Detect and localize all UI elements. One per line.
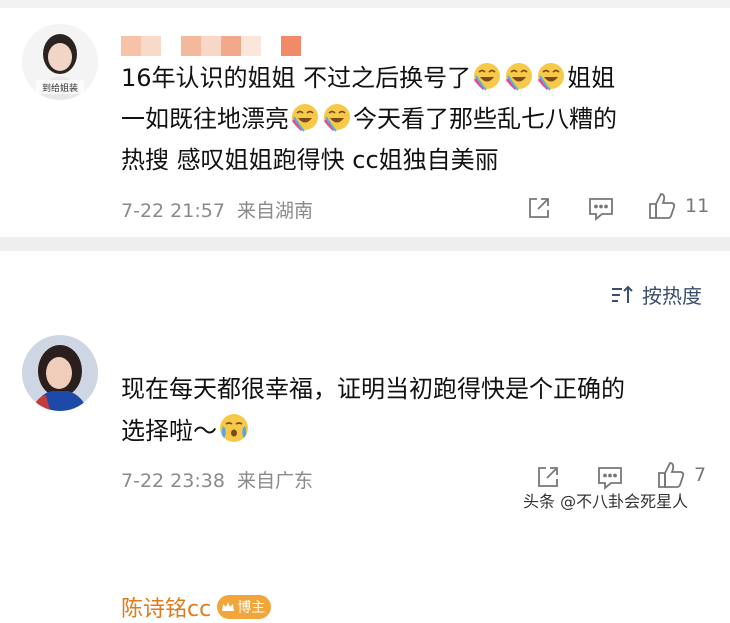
- like-count: 7: [694, 464, 707, 486]
- location: 来自广东: [236, 470, 313, 492]
- thumbs-up-icon: [649, 193, 676, 219]
- like-button[interactable]: 7: [656, 461, 706, 489]
- crown-icon: [222, 602, 235, 611]
- author-badge: 博主: [217, 595, 272, 619]
- laughing-emoji-icon: [290, 102, 320, 132]
- username[interactable]: 陈诗铭cc: [121, 591, 211, 623]
- laughing-emoji-icon: [322, 102, 352, 132]
- avatar[interactable]: 到给姐装: [22, 24, 98, 100]
- commenter-name[interactable]: 陈诗铭cc 博主: [121, 591, 272, 623]
- comment-text-line-1: 现在每天都很幸福，证明当初跑得快是个正确的: [121, 375, 625, 403]
- reply-icon[interactable]: [587, 195, 615, 225]
- comment-text-line-2: 选择啦～: [121, 411, 251, 451]
- comment-text-line-3: 热搜 感叹姐姐跑得快 cc姐独自美丽: [121, 146, 499, 174]
- timestamp: 7-22 23:38: [121, 470, 225, 492]
- share-icon[interactable]: [526, 195, 552, 225]
- moved-emoji-icon: [218, 412, 250, 444]
- watermark: 头条 @不八卦会死星人: [523, 492, 689, 511]
- comment-text-line-2: 一如既往地漂亮 今天看了那些乱七八糟的: [121, 99, 617, 139]
- comment-meta: 7-22 23:38 来自广东: [121, 466, 313, 493]
- laughing-emoji-icon: [504, 61, 534, 91]
- comment-text-line-1: 16年认识的姐姐 不过之后换号了 姐姐: [121, 58, 615, 98]
- laughing-emoji-icon: [472, 61, 502, 91]
- thumbs-up-icon: [658, 462, 685, 488]
- location: 来自湖南: [236, 200, 313, 222]
- comment-2: 陈诗铭cc 博主 现在每天都很幸福，证明当初跑得快是个正确的 选择啦～ 7-22…: [0, 251, 730, 622]
- like-button[interactable]: 11: [647, 192, 709, 220]
- avatar-caption: 到给姐装: [41, 84, 78, 94]
- like-count: 11: [685, 195, 710, 217]
- laughing-emoji-icon: [536, 61, 566, 91]
- timestamp: 7-22 21:57: [121, 200, 225, 222]
- username-pixelated: [121, 36, 301, 56]
- section-divider: [0, 237, 730, 251]
- avatar[interactable]: [22, 335, 98, 411]
- comment-meta: 7-22 21:57 来自湖南: [121, 196, 313, 223]
- comment-1: 到给姐装 16年认识的姐姐 不过之后换号了 姐姐 一如既往地漂亮 今天看了那些乱七八…: [0, 0, 730, 237]
